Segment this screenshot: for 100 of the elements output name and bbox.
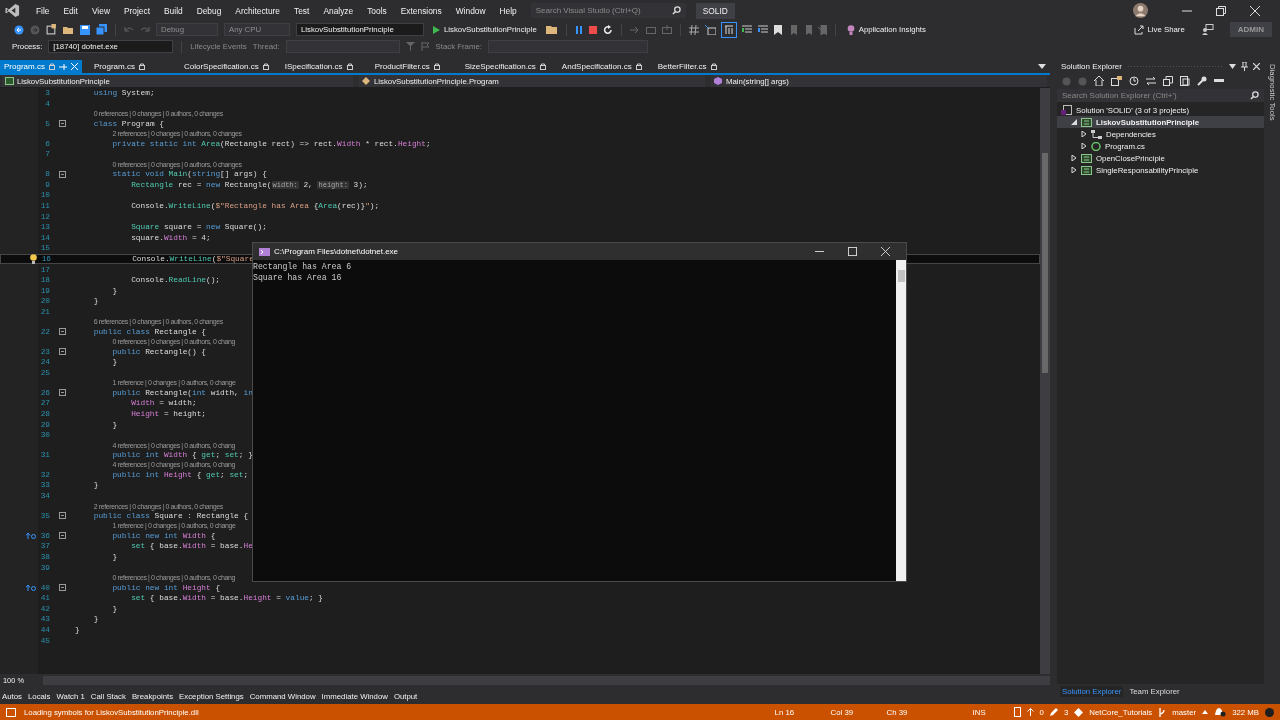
- collapse-icon[interactable]: [59, 170, 66, 178]
- maximize-icon[interactable]: [848, 247, 857, 256]
- branch-icon: [1158, 707, 1167, 717]
- show-all-files-icon[interactable]: [1180, 76, 1190, 86]
- menu-item[interactable]: File: [29, 5, 57, 16]
- search-field[interactable]: Search Solution Explorer (Ctrl+'): [1057, 89, 1247, 102]
- menu-item[interactable]: Architecture: [228, 5, 288, 16]
- close-icon[interactable]: [1250, 5, 1260, 16]
- feedback-icon[interactable]: [1201, 24, 1214, 35]
- menu-item[interactable]: Extensions: [393, 5, 449, 16]
- close-icon[interactable]: [1253, 63, 1260, 70]
- console-icon: [259, 247, 270, 256]
- flag-icon[interactable]: [420, 42, 430, 51]
- close-icon[interactable]: [881, 247, 890, 256]
- document-tab[interactable]: ColorSpecification.cs: [180, 60, 273, 73]
- lock-icon: [539, 63, 546, 70]
- lock-icon: [635, 63, 642, 70]
- collapse-icon[interactable]: [59, 120, 66, 128]
- collapse-all-icon[interactable]: [1163, 76, 1173, 86]
- document-tab[interactable]: BetterFilter.cs: [653, 60, 736, 73]
- override-icon[interactable]: [26, 584, 36, 591]
- stop-icon[interactable]: [588, 25, 597, 34]
- search-field[interactable]: Search Visual Studio (Ctrl+Q): [530, 3, 669, 18]
- collapsed-arrow-icon[interactable]: [1081, 143, 1087, 149]
- folder-icon[interactable]: [545, 24, 558, 35]
- expanded-arrow-icon[interactable]: [1071, 119, 1077, 125]
- restore-icon[interactable]: [1216, 5, 1226, 16]
- save-icon[interactable]: [80, 24, 90, 35]
- horizontal-scrollbar[interactable]: [43, 675, 1050, 685]
- collapse-icon[interactable]: [59, 328, 66, 336]
- menu-item[interactable]: Debug: [189, 5, 229, 16]
- caret-icon: [1202, 710, 1209, 714]
- lightbulb-icon[interactable]: [30, 253, 37, 264]
- window-title: C:\Program Files\dotnet\dotnet.exe: [274, 247, 399, 256]
- menu-item[interactable]: Tools: [360, 5, 394, 16]
- columns-icon[interactable]: [721, 22, 736, 37]
- collapse-icon[interactable]: [59, 512, 66, 520]
- restart-icon[interactable]: [602, 24, 613, 35]
- document-tab[interactable]: Program.cs: [90, 60, 172, 73]
- home-icon[interactable]: [1094, 76, 1104, 86]
- step-out-icon[interactable]: [661, 24, 672, 35]
- lock-icon: [346, 63, 353, 70]
- account-badge[interactable]: ADMIN: [1229, 22, 1272, 37]
- back-icon[interactable]: [14, 24, 24, 35]
- collapsed-arrow-icon[interactable]: [1071, 155, 1077, 161]
- wrench-icon[interactable]: [1197, 76, 1207, 86]
- preview-icon[interactable]: [1214, 79, 1224, 83]
- pencil-icon: [1049, 708, 1058, 716]
- filter-icon[interactable]: [405, 42, 415, 51]
- switch-views-icon[interactable]: [1111, 76, 1122, 86]
- project-icon: [1081, 117, 1092, 127]
- menu-item[interactable]: View: [84, 5, 117, 16]
- hex-icon[interactable]: [688, 24, 699, 35]
- notifications-icon[interactable]: [1214, 707, 1227, 717]
- step-into-icon[interactable]: [645, 24, 656, 35]
- lock-icon: [433, 63, 440, 70]
- history-icon[interactable]: [1129, 76, 1139, 86]
- pause-icon[interactable]: [574, 25, 583, 34]
- new-project-icon[interactable]: [46, 24, 57, 35]
- avatar-icon[interactable]: [1133, 3, 1148, 18]
- lock-icon: [48, 63, 55, 70]
- outdent-icon[interactable]: [757, 24, 768, 35]
- dependencies-icon: [1091, 129, 1102, 139]
- document-tab[interactable]: SizeSpecification.cs: [460, 60, 550, 73]
- threads-icon[interactable]: [704, 24, 716, 35]
- menu-item[interactable]: Analyze: [316, 5, 361, 16]
- document-tab[interactable]: ProductFilter.cs: [370, 60, 453, 73]
- dropdown-icon[interactable]: [1229, 64, 1236, 69]
- menu-item[interactable]: Test: [287, 5, 317, 16]
- override-icon[interactable]: [26, 532, 36, 539]
- solution-icon: [1061, 105, 1072, 115]
- publish-icon[interactable]: [1013, 707, 1021, 717]
- pin-icon[interactable]: [1241, 62, 1248, 71]
- menu-item[interactable]: Project: [116, 5, 158, 16]
- visual-studio-logo-icon: [5, 3, 20, 18]
- collapsed-arrow-icon[interactable]: [1081, 131, 1087, 137]
- bookmark-clear-icon[interactable]: [817, 24, 827, 35]
- collapse-icon[interactable]: [59, 348, 66, 356]
- up-arrow-icon: [1026, 708, 1034, 716]
- tab-list-icon[interactable]: [1038, 64, 1046, 69]
- document-tab[interactable]: AndSpecification.cs: [557, 60, 646, 73]
- scrollbar[interactable]: [896, 260, 906, 581]
- bookmark-icon[interactable]: [773, 24, 782, 35]
- scrollbar[interactable]: [1040, 88, 1050, 674]
- collapse-icon[interactable]: [59, 532, 66, 540]
- save-all-icon[interactable]: [96, 24, 107, 35]
- sync-icon[interactable]: [1146, 76, 1156, 86]
- menu-item[interactable]: Help: [492, 5, 524, 16]
- menu-item[interactable]: Build: [157, 5, 190, 16]
- open-folder-icon[interactable]: [63, 24, 74, 35]
- indent-icon[interactable]: [741, 24, 752, 35]
- panel-title: Solution Explorer: [1061, 62, 1122, 71]
- collapsed-arrow-icon[interactable]: [1071, 167, 1077, 173]
- output-icon[interactable]: [6, 707, 16, 717]
- collapse-icon[interactable]: [59, 584, 66, 592]
- menu-item[interactable]: Edit: [56, 5, 85, 16]
- menu-item[interactable]: Window: [448, 5, 493, 16]
- document-tab[interactable]: ISpecification.cs: [280, 60, 363, 73]
- step-icon[interactable]: [629, 24, 640, 35]
- collapse-icon[interactable]: [59, 389, 66, 397]
